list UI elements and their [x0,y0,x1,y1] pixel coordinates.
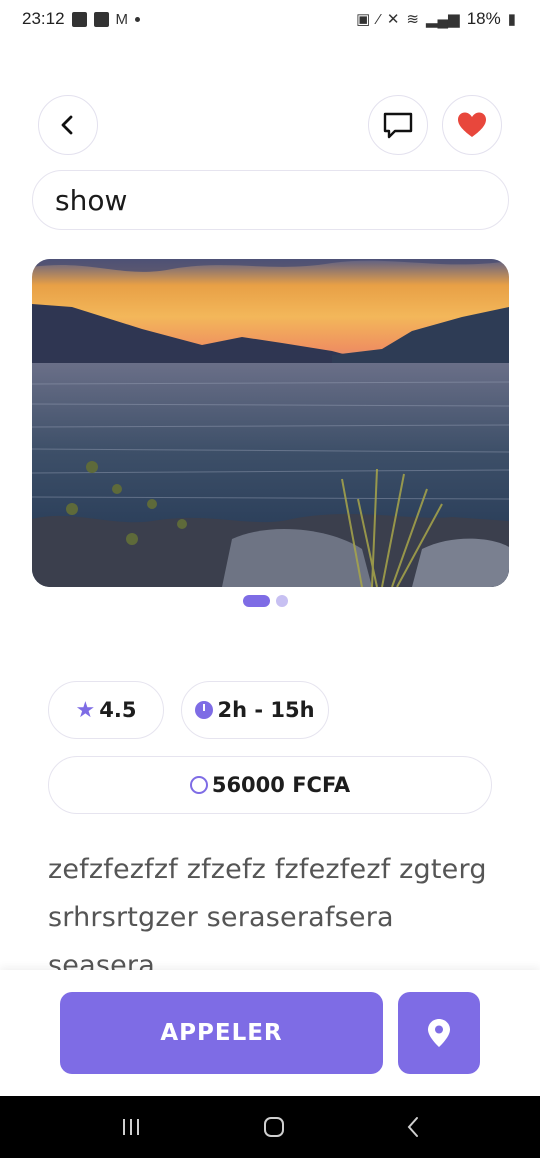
map-button[interactable] [398,992,480,1074]
chevron-left-icon [61,115,73,135]
map-pin-icon [428,1019,450,1047]
listing-photo[interactable] [32,259,509,587]
status-time: 23:12 [22,9,65,28]
gallery-pager [243,595,288,607]
price-icon [189,776,208,794]
pager-dot-active[interactable] [243,595,270,607]
back-button[interactable] [38,95,98,155]
heart-icon [458,112,486,137]
status-bar-left: 23:12 M [22,9,141,29]
recent-apps-icon[interactable] [119,1116,143,1138]
call-button[interactable]: APPELER [60,992,383,1074]
listing-title-field: show [32,170,509,230]
rating-value: 4.5 [99,698,137,722]
mute-icon: ✕ [386,11,400,28]
chat-bubble-icon [383,112,413,139]
wifi-icon: ≋ [406,11,419,28]
clock-icon [195,701,214,719]
hours-chip: 2h - 15h [181,681,329,739]
lake-sunset-image [32,259,509,587]
back-nav-icon[interactable] [405,1115,421,1139]
price-value: 56000 FCFA [211,773,351,797]
status-bar: 23:12 M ▣ ⁄ ✕ ≋ ▂▄▆ 18% ▮ [0,0,540,38]
battery-level: 18% [466,9,501,28]
lock-icon: ▣ [356,11,371,28]
check-notification-icon [93,11,109,27]
gallery-notification-icon [71,11,87,27]
price-chip: 56000 FCFA [48,756,492,814]
listing-title: show [55,183,128,217]
pager-dot[interactable] [276,595,288,607]
message-button[interactable] [368,95,428,155]
gmail-notification-icon: M [115,10,129,28]
favorite-button[interactable] [442,95,502,155]
description-text: zefzfezfzf zfzefz fzfezfezf zgterg srhrs… [48,854,487,970]
signal-icon: ▂▄▆ [426,11,460,28]
battery-icon: ▮ [507,11,516,28]
system-nav-bar [0,1096,540,1158]
status-bar-right: ▣ ⁄ ✕ ≋ ▂▄▆ 18% ▮ [356,9,516,29]
more-notifications-icon [135,16,141,22]
star-icon: ★ [75,697,96,723]
rating-chip: ★ 4.5 [48,681,164,739]
home-icon[interactable] [262,1115,286,1139]
pen-icon: ⁄ [377,10,380,28]
hours-value: 2h - 15h [217,698,315,722]
